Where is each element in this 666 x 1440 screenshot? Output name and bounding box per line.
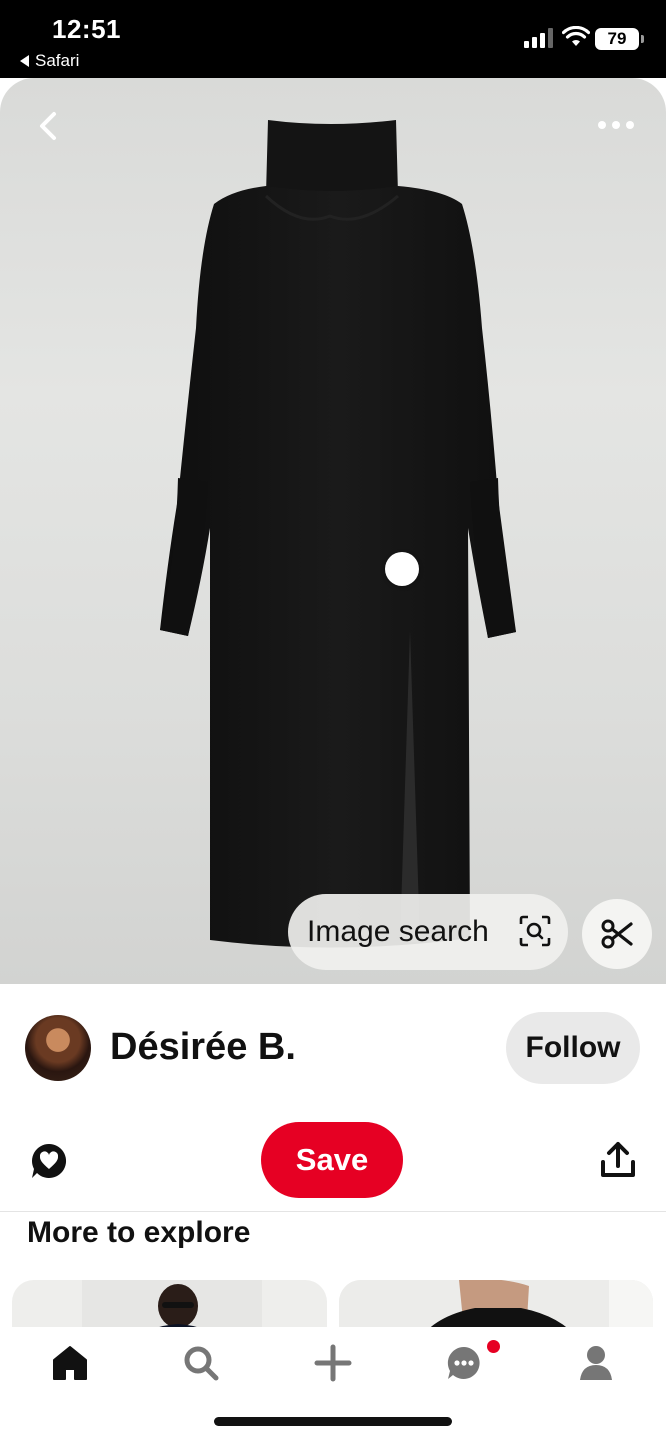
section-title: More to explore	[27, 1216, 251, 1249]
creator-row: Désirée B. Follow	[0, 984, 666, 1108]
wifi-icon	[562, 26, 590, 46]
more-dots-icon[interactable]	[596, 114, 636, 136]
back-to-app-link[interactable]: Safari	[20, 51, 79, 71]
signal-icon	[524, 28, 553, 48]
battery-icon: 79	[595, 28, 644, 50]
lens-icon	[519, 915, 551, 947]
scissors-icon	[601, 919, 633, 949]
image-search-button[interactable]: Image search	[288, 894, 568, 970]
notification-badge	[487, 1340, 500, 1353]
profile-icon[interactable]	[576, 1343, 616, 1383]
save-button[interactable]: Save	[261, 1122, 403, 1198]
pin-image[interactable]: Image search	[0, 78, 666, 984]
status-time: 12:51	[52, 14, 121, 44]
back-app-label: Safari	[35, 51, 80, 70]
home-indicator	[214, 1417, 452, 1426]
action-row: Save	[0, 1108, 666, 1212]
scissors-button[interactable]	[582, 899, 652, 969]
image-search-label: Image search	[307, 915, 489, 948]
search-icon[interactable]	[181, 1343, 221, 1383]
bottom-navigation	[0, 1327, 666, 1440]
create-plus-icon[interactable]	[313, 1343, 353, 1383]
dress-image	[160, 120, 516, 948]
share-icon[interactable]	[598, 1140, 638, 1180]
messages-icon[interactable]	[444, 1343, 484, 1383]
follow-button[interactable]: Follow	[506, 1012, 640, 1084]
status-bar: 12:51 Safari 79	[0, 0, 666, 78]
home-icon[interactable]	[50, 1343, 90, 1383]
back-chevron-icon[interactable]	[30, 108, 66, 144]
react-heart-icon[interactable]	[30, 1142, 68, 1180]
creator-name[interactable]: Désirée B.	[110, 1026, 296, 1069]
product-hotspot-dot[interactable]	[385, 552, 419, 586]
avatar[interactable]	[25, 1015, 91, 1081]
back-triangle-icon	[20, 55, 29, 67]
